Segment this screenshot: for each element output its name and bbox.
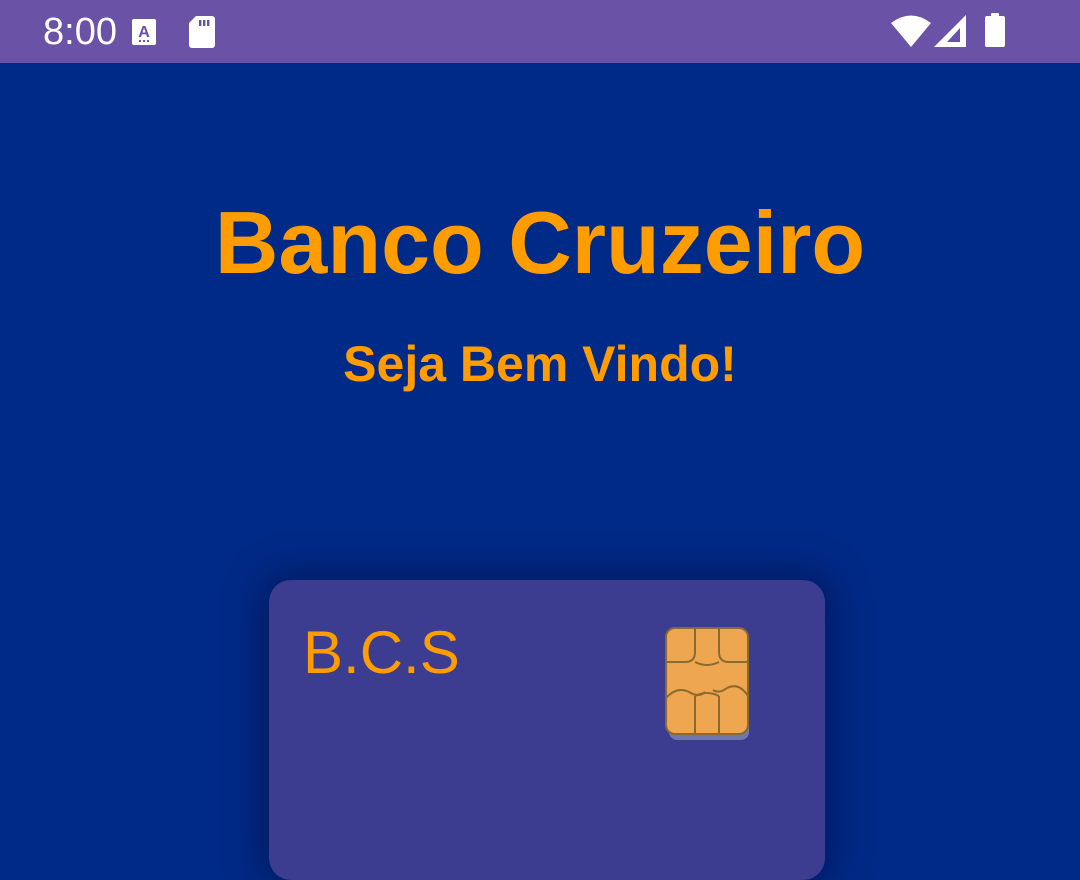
status-time: 8:00: [43, 11, 117, 53]
svg-text:A: A: [138, 24, 150, 41]
font-a-icon: A: [132, 19, 156, 45]
welcome-subtitle: Seja Bem Vindo!: [343, 336, 737, 392]
signal-icon: [934, 15, 966, 47]
wifi-icon: [891, 15, 931, 47]
bank-card[interactable]: B.C.S: [269, 580, 825, 880]
card-bank-name: B.C.S: [303, 619, 460, 686]
sd-card-icon: [189, 16, 215, 48]
page-title: Banco Cruzeiro: [214, 193, 866, 292]
card-chip-icon: [665, 627, 749, 740]
status-bar: 8:00 A: [0, 0, 1080, 63]
battery-icon: [985, 13, 1005, 47]
